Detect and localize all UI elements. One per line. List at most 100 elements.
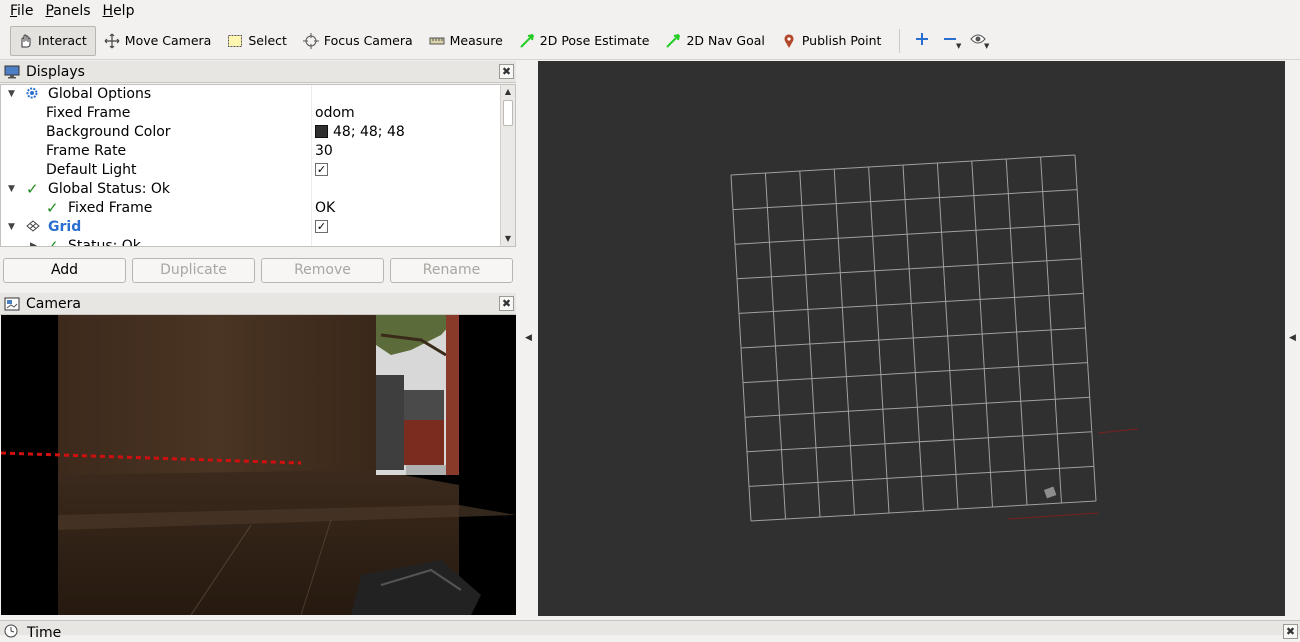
collapse-left-arrow-icon[interactable]: ◀ xyxy=(525,333,532,343)
fixed-frame-label: Fixed Frame xyxy=(46,105,131,121)
tree-row-fixed-frame[interactable]: Fixed Frame odom xyxy=(1,104,515,123)
3d-render-view[interactable] xyxy=(538,61,1285,616)
move-camera-tool-button[interactable]: Move Camera xyxy=(98,26,220,56)
grid-render xyxy=(730,154,1139,522)
time-panel-header: Time ✖ xyxy=(0,620,1300,641)
close-icon: ✖ xyxy=(1285,625,1296,638)
right-dock-handle[interactable]: ◀ xyxy=(1285,61,1300,616)
focus-camera-label: Focus Camera xyxy=(323,33,413,48)
expand-arrow-icon[interactable]: ▼ xyxy=(8,218,18,237)
camera-close-button[interactable]: ✖ xyxy=(499,296,514,311)
menubar: File Panels Help xyxy=(0,0,1300,22)
pose-estimate-tool-button[interactable]: 2D Pose Estimate xyxy=(513,26,658,56)
move-arrows-icon xyxy=(104,33,120,49)
green-arrow-icon xyxy=(519,33,535,49)
tree-row-default-light[interactable]: Default Light ✓ xyxy=(1,161,515,180)
tree-row-status-fixed-frame[interactable]: ✓ Fixed Frame OK xyxy=(1,199,515,218)
expand-arrow-icon[interactable]: ▼ xyxy=(8,85,18,104)
global-options-label: Global Options xyxy=(48,86,152,102)
displays-scrollbar[interactable]: ▲ ▼ xyxy=(500,85,515,246)
remove-tool-button[interactable]: ▼ xyxy=(936,26,964,56)
camera-image-icon xyxy=(4,297,20,311)
global-status-label: Global Status: Ok xyxy=(48,181,171,197)
measure-tool-button[interactable]: Measure xyxy=(423,26,511,56)
menu-panels[interactable]: Panels xyxy=(39,0,96,22)
select-tool-button[interactable]: Select xyxy=(221,26,295,56)
scroll-down-arrow-icon[interactable]: ▼ xyxy=(501,232,515,246)
tree-row-global-status[interactable]: ▼ ✓ Global Status: Ok xyxy=(1,180,515,199)
green-arrow-icon xyxy=(665,33,681,49)
map-pin-icon xyxy=(781,33,797,49)
view-options-button[interactable]: ▼ xyxy=(964,26,992,56)
publish-point-tool-button[interactable]: Publish Point xyxy=(775,26,890,56)
focus-camera-tool-button[interactable]: Focus Camera xyxy=(297,26,421,56)
tree-row-background-color[interactable]: Background Color 48; 48; 48 xyxy=(1,123,515,142)
background-color-label: Background Color xyxy=(46,124,171,140)
crosshair-icon xyxy=(302,32,319,49)
grid-icon xyxy=(26,219,40,239)
camera-panel-title: Camera xyxy=(26,295,81,312)
camera-scene-image xyxy=(1,315,516,615)
monitor-icon xyxy=(4,65,20,79)
grid-enabled-checkbox[interactable]: ✓ xyxy=(315,218,328,237)
add-button[interactable]: Add xyxy=(3,258,126,283)
color-swatch xyxy=(315,124,328,138)
rename-button[interactable]: Rename xyxy=(390,258,513,283)
toolbar: Interact Move Camera Select Focus Camera… xyxy=(0,22,1300,60)
ruler-icon xyxy=(429,33,445,49)
hand-pointer-icon xyxy=(17,33,33,49)
nav-goal-tool-button[interactable]: 2D Nav Goal xyxy=(659,26,772,56)
tree-row-grid-status[interactable]: ▶ ✓ Status: Ok xyxy=(1,237,515,247)
select-label: Select xyxy=(248,33,287,48)
move-camera-label: Move Camera xyxy=(124,33,212,48)
tree-row-global-options[interactable]: ▼ Global Options xyxy=(1,85,515,104)
camera-panel-header: Camera ✖ xyxy=(0,293,516,315)
gear-icon xyxy=(25,86,39,106)
selection-box-icon xyxy=(227,33,243,49)
time-close-button[interactable]: ✖ xyxy=(1283,624,1298,639)
scroll-up-arrow-icon[interactable]: ▲ xyxy=(501,85,515,99)
tree-row-grid[interactable]: ▼ Grid ✓ xyxy=(1,218,515,237)
measure-label: Measure xyxy=(449,33,503,48)
close-icon: ✖ xyxy=(501,65,512,78)
collapsed-arrow-icon[interactable]: ▶ xyxy=(30,237,40,246)
grid-status-label: Status: Ok xyxy=(68,238,141,247)
menu-help[interactable]: Help xyxy=(97,0,141,22)
background-color-value[interactable]: 48; 48; 48 xyxy=(315,123,405,142)
displays-button-row: Add Duplicate Remove Rename xyxy=(0,258,516,284)
tree-row-frame-rate[interactable]: Frame Rate 30 xyxy=(1,142,515,161)
scrollbar-thumb[interactable] xyxy=(503,100,513,126)
default-light-label: Default Light xyxy=(46,162,137,178)
default-light-checkbox[interactable]: ✓ xyxy=(315,161,328,180)
menu-file[interactable]: File xyxy=(4,0,39,22)
grid-label: Grid xyxy=(48,219,82,235)
left-dock-handle[interactable]: ◀ xyxy=(520,61,538,616)
displays-close-button[interactable]: ✖ xyxy=(499,64,514,79)
displays-panel-header: Displays ✖ xyxy=(0,61,516,83)
frame-rate-label: Frame Rate xyxy=(46,143,127,159)
interact-tool-button[interactable]: Interact xyxy=(10,25,96,56)
time-panel-title: Time xyxy=(27,625,62,641)
status-fixed-frame-label: Fixed Frame xyxy=(68,200,153,216)
displays-panel-title: Displays xyxy=(26,63,85,80)
collapse-right-arrow-icon[interactable]: ◀ xyxy=(1289,333,1296,343)
checkbox-checked-icon: ✓ xyxy=(315,219,328,233)
toolbar-separator xyxy=(899,28,901,53)
background-color-text: 48; 48; 48 xyxy=(333,124,405,140)
camera-image-view[interactable] xyxy=(1,315,516,615)
remove-button[interactable]: Remove xyxy=(261,258,384,283)
checkmark-icon: ✓ xyxy=(46,199,59,217)
fixed-frame-value[interactable]: odom xyxy=(315,104,355,123)
add-tool-button[interactable] xyxy=(908,26,936,56)
close-icon: ✖ xyxy=(501,297,512,310)
clock-icon xyxy=(4,624,18,642)
duplicate-button[interactable]: Duplicate xyxy=(132,258,255,283)
plus-icon xyxy=(915,32,929,50)
nav-goal-label: 2D Nav Goal xyxy=(686,33,765,48)
dropdown-arrow-icon: ▼ xyxy=(984,41,990,50)
publish-point-label: Publish Point xyxy=(801,33,882,48)
status-fixed-frame-value: OK xyxy=(315,200,336,216)
interact-label: Interact xyxy=(38,33,87,48)
frame-rate-value[interactable]: 30 xyxy=(315,142,333,161)
expand-arrow-icon[interactable]: ▼ xyxy=(8,180,18,199)
